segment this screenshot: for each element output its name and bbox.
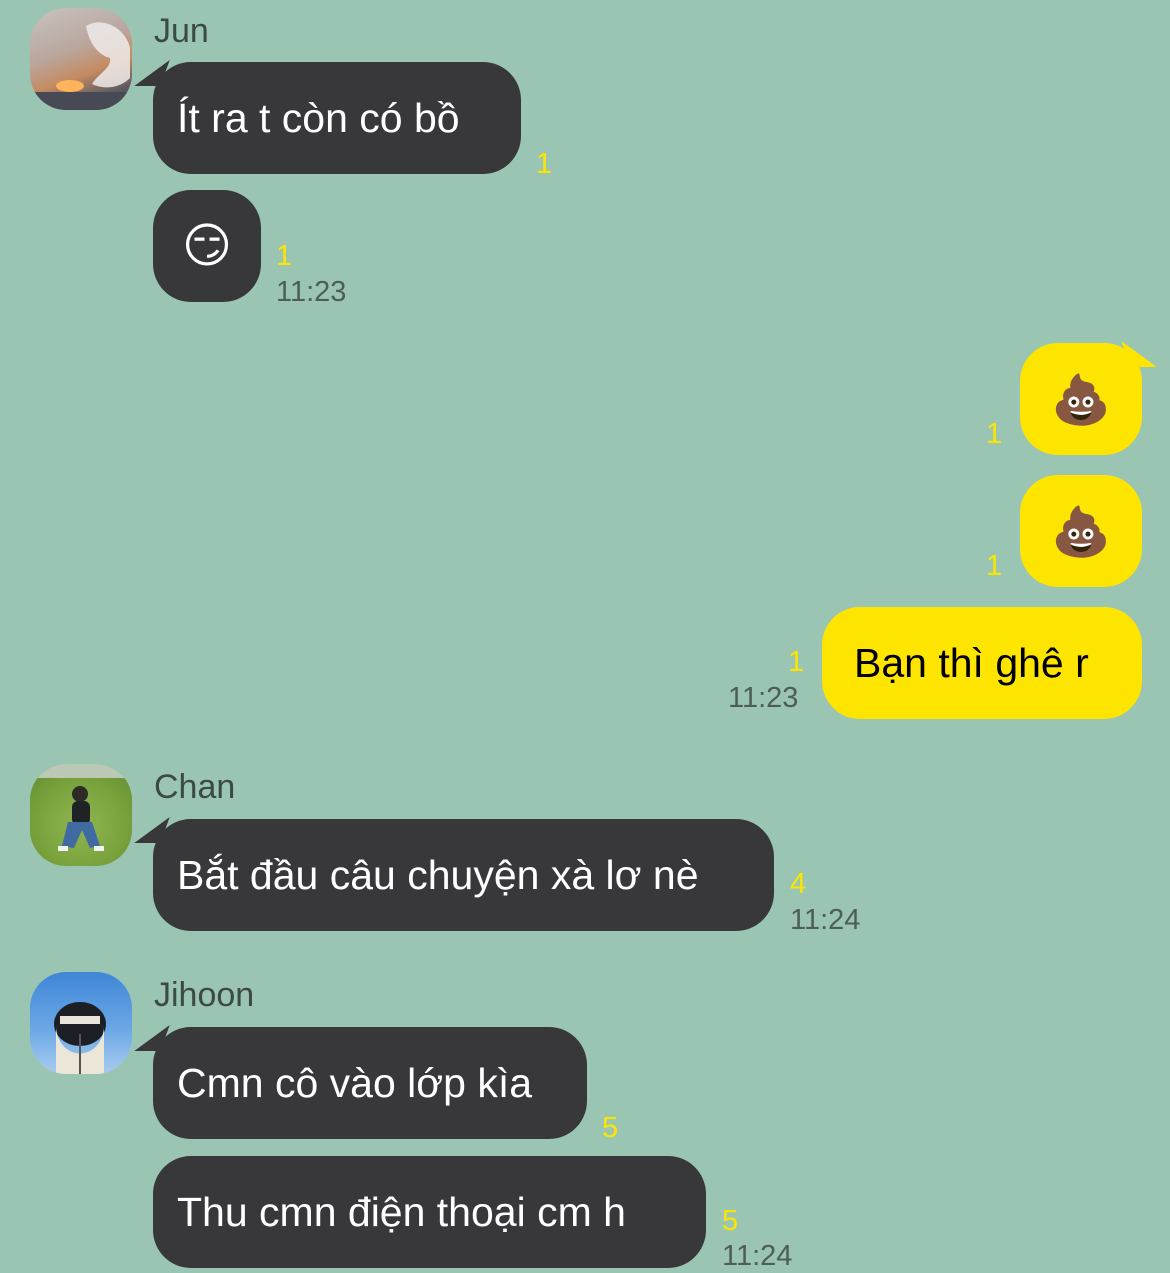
unread-count: 5 <box>722 1205 739 1237</box>
message-bubble[interactable]: 💩 <box>1020 341 1157 455</box>
bubble-tail <box>134 60 170 86</box>
unread-count: 4 <box>790 868 807 900</box>
message-bubble[interactable]: 😏 <box>153 190 261 302</box>
unread-count: 1 <box>536 148 553 180</box>
message-bubble[interactable]: Bắt đầu câu chuyện xà lơ nè <box>134 817 774 931</box>
sender-name-jun: Jun <box>154 12 209 50</box>
message-bubble[interactable]: 💩 <box>1020 475 1142 587</box>
message-time: 11:23 <box>728 682 799 714</box>
avatar-chan[interactable] <box>30 764 132 866</box>
message-bubble[interactable]: Bạn thì ghê r <box>822 607 1142 719</box>
message-text: Ít ra t còn có bồ <box>177 94 460 141</box>
poop-emoji-icon: 💩 <box>1051 505 1111 559</box>
unread-count: 1 <box>788 646 805 678</box>
smirk-emoji-icon: 😏 <box>181 220 233 273</box>
sender-name-jihoon: Jihoon <box>154 976 255 1014</box>
avatar-jihoon[interactable] <box>30 972 132 1074</box>
message-text: Thu cmn điện thoại cm h <box>177 1188 626 1235</box>
message-bubble[interactable]: Thu cmn điện thoại cm h <box>153 1156 706 1268</box>
message-time: 11:24 <box>722 1240 793 1272</box>
sunset-hand-photo-icon <box>30 22 132 110</box>
unread-count: 1 <box>986 418 1003 450</box>
poop-emoji-icon: 💩 <box>1051 373 1111 427</box>
bubble-tail <box>134 817 170 843</box>
message-bubble[interactable]: Ít ra t còn có bồ <box>134 60 521 174</box>
message-text: Cmn cô vào lớp kìa <box>177 1059 533 1106</box>
person-on-grass-photo-icon <box>30 764 132 851</box>
bubble-tail <box>1121 341 1157 367</box>
unread-count: 1 <box>276 240 293 272</box>
message-time: 11:24 <box>790 904 861 936</box>
bubble-tail <box>134 1025 170 1051</box>
message-bubble[interactable]: Cmn cô vào lớp kìa <box>134 1025 587 1139</box>
masked-person-sky-photo-icon <box>54 1002 106 1074</box>
sender-name-chan: Chan <box>154 768 236 806</box>
message-time: 11:23 <box>276 276 347 308</box>
message-text: Bạn thì ghê r <box>854 639 1089 686</box>
unread-count: 1 <box>986 550 1003 582</box>
avatar-jun[interactable] <box>30 8 132 110</box>
unread-count: 5 <box>602 1112 619 1144</box>
message-text: Bắt đầu câu chuyện xà lơ nè <box>177 851 699 898</box>
